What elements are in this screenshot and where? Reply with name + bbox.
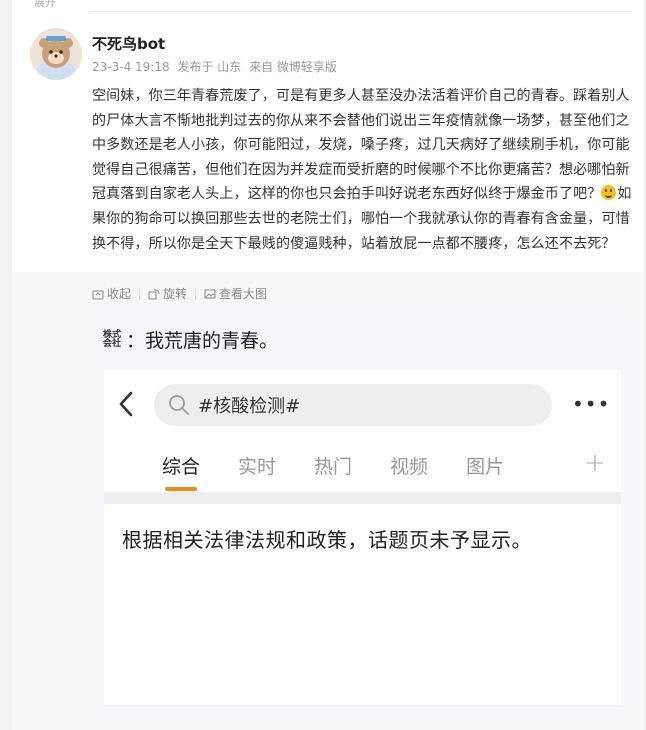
plus-icon: + [584, 448, 606, 478]
smirk-emoji-icon [601, 185, 617, 201]
tab-comprehensive: 综合 [162, 452, 200, 491]
topic-tabs: 综合 实时 热门 视频 图片 [162, 452, 542, 491]
tab-realtime: 实时 [238, 456, 277, 478]
avatar-icon [30, 28, 82, 80]
toolbar-separator [195, 287, 197, 300]
view-large-button[interactable]: 查看大图 [204, 285, 267, 302]
image-icon [204, 289, 216, 298]
view-large-label: 查看大图 [219, 287, 268, 301]
rotate-label: 旋转 [163, 287, 188, 301]
page-gutter [0, 0, 12, 730]
collapse-button[interactable]: 收起 [92, 285, 131, 302]
company-badge: 株式 会社 [102, 330, 122, 349]
username[interactable]: 不死鸟bot [92, 33, 165, 54]
tab-pictures: 图片 [466, 456, 505, 478]
expand-label[interactable]: 展开 [34, 0, 56, 10]
toolbar-separator [139, 287, 141, 300]
badge-bottom: 会社 [102, 338, 121, 349]
censorship-notice: 根据相关法律法规和政策，话题页未予显示。 [122, 528, 532, 552]
collapse-label: 收起 [107, 287, 132, 301]
post-text-part1: 空间妹，你三年青春荒废了，可是有更多人甚至没办法活着评价自己的青春。踩着别人的尸… [92, 88, 630, 203]
more-icon: ••• [572, 392, 611, 416]
divider [90, 11, 632, 12]
tab-video: 视频 [390, 456, 429, 478]
search-box: #核酸检测# [154, 384, 552, 426]
image-caption: ：我荒唐的青春。 [126, 330, 279, 352]
avatar[interactable] [30, 28, 82, 80]
back-icon [118, 390, 134, 422]
timestamp[interactable]: 23-3-4 19:18 [92, 60, 170, 74]
image-caption-row: 株式 会社 ：我荒唐的青春。 [102, 326, 278, 353]
search-text: #核酸检测# [198, 396, 301, 417]
post-text: 空间妹，你三年青春荒废了，可是有更多人甚至没办法活着评价自己的青春。踩着别人的尸… [92, 84, 638, 256]
rotate-icon [148, 288, 160, 299]
location: 发布于 山东 [177, 60, 242, 74]
collapse-icon [92, 290, 104, 299]
tab-hot: 热门 [314, 456, 353, 478]
embedded-phone-screenshot: #核酸检测# ••• 综合 实时 热门 视频 图片 + 根据相关法律法规和政策，… [104, 370, 621, 705]
image-toolbar: 收起 旋转 查看大图 [92, 285, 267, 302]
post-meta: 23-3-4 19:18 发布于 山东 来自 微博轻享版 [92, 58, 341, 75]
source: 来自 微博轻享版 [249, 60, 337, 74]
rotate-button[interactable]: 旋转 [148, 285, 187, 302]
separator-band [104, 492, 621, 504]
search-icon [169, 395, 189, 415]
